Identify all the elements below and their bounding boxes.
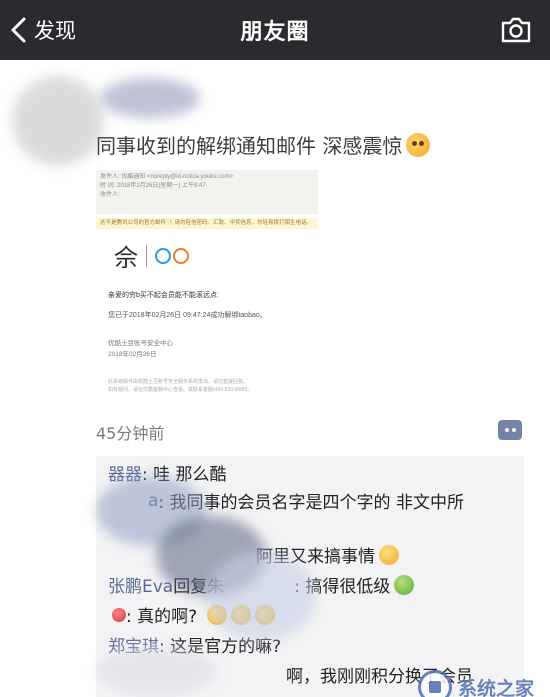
moments-feed: 同事收到的解绑通知邮件 深感震惊 发件人: 优酷通知 <noreply@id-n… — [0, 60, 550, 697]
watermark-logo-icon — [418, 670, 452, 697]
email-header: 发件人: 优酷通知 <noreply@id-notice.youku.com> … — [96, 170, 318, 214]
shocked-emoji-icon — [406, 132, 431, 157]
email-footer-line: 如有疑问，请在优酷客服中心查看。或联系客服(400-810-0580)。 — [108, 387, 253, 393]
comment-action-button[interactable] — [498, 420, 522, 440]
blurred-avatar — [12, 76, 104, 166]
comments-section: 器器 : 哇 那么酷 a : 我同事的会员名字是四个字的 非文中所 阿里又来搞事… — [96, 456, 524, 697]
email-signature-date: 2018年02月26日 — [108, 351, 157, 358]
email-greeting: 亲爱的穷b买不起会员能不能滚远点: — [108, 292, 219, 299]
blurred-name — [96, 646, 216, 696]
balloon-emoji-icon — [112, 607, 126, 622]
youku-tudou-logo: 佘 — [114, 238, 189, 273]
email-signature: 优酷土豆账号安全中心 2018年02月26日 — [108, 338, 173, 360]
watermark-text: 系统之家 — [458, 677, 535, 697]
email-footer: 此系统邮件由优酷土豆账号安全服务系统发出，请勿直接回复。 如有疑问，请在优酷客服… — [108, 378, 252, 394]
email-signature-line: 优酷土豆账号安全中心 — [108, 340, 173, 347]
page-title: 朋友圈 — [240, 20, 310, 45]
youku-logo-icon — [155, 247, 189, 264]
post-image-email-screenshot[interactable]: 发件人: 优酷通知 <noreply@id-notice.youku.com> … — [96, 170, 322, 406]
logo-divider — [146, 244, 147, 267]
camera-icon[interactable] — [500, 16, 532, 44]
email-body: 您已于2018年02月26日 09:47:24成功解绑taobao。 — [108, 312, 267, 319]
email-warning: 这不是腾讯公司的官方邮件 ① 请勿轻信密码、汇款、中奖信息，勿轻易拨打陌生电话。 — [96, 218, 318, 229]
watermark: 系统之家 — [418, 670, 534, 697]
nauseated-face-emoji-icon — [394, 574, 415, 595]
top-navigation-bar: 发现 朋友圈 — [0, 0, 550, 60]
tudou-logo-icon: 佘 — [114, 244, 138, 272]
email-footer-line: 此系统邮件由优酷土豆账号安全服务系统发出，请勿直接回复。 — [108, 379, 249, 385]
blurred-name — [100, 78, 200, 118]
dizzy-face-emoji-icon — [379, 544, 399, 565]
email-from: 发件人: 优酷通知 <noreply@id-notice.youku.com> — [100, 174, 234, 180]
email-to: 收件人: — [100, 192, 120, 198]
comment-text: : 真的啊? — [126, 607, 198, 627]
blurred-name — [206, 551, 316, 641]
post-headline: 同事收到的解绑通知邮件 深感震惊 — [96, 134, 403, 158]
post-text: 同事收到的解绑通知邮件 深感震惊 — [96, 130, 431, 159]
post-timestamp: 45分钟前 — [96, 424, 165, 443]
email-time: 时 间: 2018年2月26日(星期一) 上午9:47 — [100, 183, 206, 189]
